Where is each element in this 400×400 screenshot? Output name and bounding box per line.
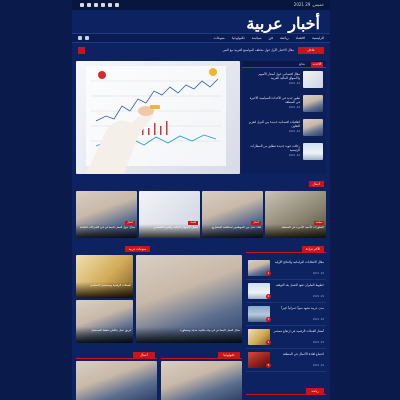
article-card[interactable]: أعمال مقال حول العمل الجماعي في الشركات … — [76, 191, 137, 238]
item-title[interactable]: أسعار العملات الرقمية في ارتفاع مستمر — [272, 329, 324, 333]
section-header-misc: منوعات عربية — [72, 245, 242, 253]
breaking-label: عاجل — [298, 47, 324, 54]
card-caption[interactable]: التطورات الأمنية الأخيرة في المنطقة — [265, 224, 326, 238]
bottom-section-right: تكنولوجيا — [161, 352, 242, 400]
list-item[interactable]: 1 مقال الانتخابات البرلمانية والنتائج ال… — [246, 257, 326, 280]
list-item[interactable]: 5 اجتماع لقادة الأعمال في المنطقة 2021 ,… — [246, 349, 326, 372]
article-card[interactable] — [76, 361, 157, 400]
item-date: 2021 ,29 — [312, 364, 324, 367]
item-date: 2021 ,29 — [288, 154, 300, 157]
list-item[interactable]: اتفاقيات اقتصادية جديدة بين الدول لتعزيز… — [242, 116, 326, 140]
article-card[interactable] — [161, 361, 242, 400]
nav-item-misc[interactable]: منوعات — [214, 36, 225, 40]
article-card[interactable]: أعمال لقاء عمل بين الموظفين لمناقشة المش… — [202, 191, 263, 238]
instagram-icon[interactable] — [101, 3, 105, 7]
card-caption[interactable]: تحليل الأسواق المالية والنمو الاقتصادي — [139, 224, 200, 238]
thumbnail — [303, 143, 323, 160]
featured-article[interactable]: مقال العمل الجماعي في بيئة مكتبية حديثة … — [136, 255, 242, 343]
list-item[interactable]: 3 مدن عربية تشهد نمواً عمرانياً كبيراً 2… — [246, 303, 326, 326]
nav-item-politics[interactable]: سياسة — [252, 36, 262, 40]
site-logo[interactable]: أخبار عربية — [246, 14, 320, 33]
linkedin-icon[interactable] — [108, 3, 112, 7]
item-title[interactable]: اجتماع لقادة الأعمال في المنطقة — [272, 352, 324, 356]
item-date: 2021 ,29 — [288, 106, 300, 109]
nav-item-home[interactable]: الرئيسية — [312, 36, 324, 40]
nav-item-tech[interactable]: تكنولوجيا — [232, 36, 245, 40]
item-title[interactable]: مقال الانتخابات البرلمانية والنتائج الأو… — [272, 260, 324, 264]
rss-icon[interactable] — [115, 3, 119, 7]
article-card[interactable]: اقتصاد تحليل الأسواق المالية والنمو الاق… — [139, 191, 200, 238]
article-card[interactable]: العملات الرقمية ومستقبل الاستثمار — [76, 255, 133, 298]
item-date: 2021 ,29 — [312, 318, 324, 321]
nav-item-economy[interactable]: اقتصاد — [296, 36, 305, 40]
section-label[interactable]: الأكثر قراءة — [302, 246, 324, 252]
most-read-list: 1 مقال الانتخابات البرلمانية والنتائج ال… — [246, 257, 326, 372]
list-item[interactable]: تطور جديد في الأحداث السياسية الأخيرة في… — [242, 92, 326, 116]
thumbnail — [303, 119, 323, 136]
rank-badge: 3 — [266, 317, 271, 322]
section-label[interactable]: تكنولوجيا — [218, 352, 240, 358]
card-caption[interactable]: لقاء عمل بين الموظفين لمناقشة المشاريع — [202, 224, 263, 238]
item-title[interactable]: اتفاقيات اقتصادية جديدة بين الدول لتعزيز… — [248, 120, 300, 128]
ticker-next-button[interactable] — [78, 47, 85, 54]
item-date: 2021 ,29 — [288, 130, 300, 133]
article-card[interactable]: فريق عمل يناقش خطط المستقبل — [76, 300, 133, 343]
youtube-icon[interactable] — [94, 3, 98, 7]
bottom-section-left: أعمال — [76, 352, 157, 400]
chart-photo — [86, 66, 226, 174]
search-icon[interactable] — [78, 36, 82, 40]
thumbnail — [303, 95, 323, 112]
article-card[interactable]: سياسة التطورات الأمنية الأخيرة في المنطق… — [265, 191, 326, 238]
social-links — [80, 3, 119, 7]
breaking-news-ticker: عاجل مقال الاختبار الأول حول مختلف الموا… — [72, 46, 330, 56]
card-caption[interactable]: فريق عمل يناقش خطط المستقبل — [76, 327, 133, 343]
most-read-header: الأكثر قراءة — [246, 246, 326, 253]
section-label[interactable]: منوعات عربية — [124, 246, 150, 252]
rank-badge: 4 — [266, 340, 271, 345]
tab-latest[interactable]: الأحدث — [311, 62, 323, 67]
list-item[interactable]: 4 أسعار العملات الرقمية في ارتفاع مستمر … — [246, 326, 326, 349]
business-cards: أعمال مقال حول العمل الجماعي في الشركات … — [76, 191, 326, 238]
bottom-sections: أعمال تكنولوجيا — [76, 352, 242, 400]
section-label[interactable]: أعمال — [308, 181, 324, 187]
menu-icon[interactable] — [85, 36, 89, 40]
sports-header: رياضة — [246, 388, 326, 395]
item-title[interactable]: مقال اقتصادي حول أسعار الأسهم والأسواق ا… — [248, 72, 300, 80]
item-date: 2021 ,29 — [312, 341, 324, 344]
rank-badge: 1 — [266, 271, 271, 276]
list-item[interactable]: مقال اقتصادي حول أسعار الأسهم والأسواق ا… — [242, 68, 326, 92]
ticker-text[interactable]: مقال الاختبار الأول حول مختلف المواضيع ا… — [223, 48, 294, 52]
list-item[interactable]: 2 خطوط الطيران تعود للعمل بعد التوقف 202… — [246, 280, 326, 303]
twitter-icon[interactable] — [87, 3, 91, 7]
top-bar: خميس, 29 2021 — [72, 0, 330, 10]
item-date: 2021 ,29 — [312, 272, 324, 275]
hero-image[interactable] — [76, 61, 240, 174]
card-caption[interactable]: مقال العمل الجماعي في بيئة مكتبية حديثة … — [136, 327, 242, 343]
nav-item-sports[interactable]: رياضة — [280, 36, 289, 40]
item-date: 2021 ,29 — [288, 82, 300, 85]
section-header-business: أعمال — [72, 180, 330, 188]
misc-grid: مقال العمل الجماعي في بيئة مكتبية حديثة … — [76, 255, 242, 345]
tab-popular[interactable]: شائع — [295, 62, 309, 67]
current-date: خميس, 29 2021 — [293, 2, 324, 7]
rank-badge: 5 — [266, 363, 271, 368]
card-caption[interactable]: العملات الرقمية ومستقبل الاستثمار — [76, 282, 133, 298]
item-title[interactable]: تطور جديد في الأحداث السياسية الأخيرة في… — [248, 96, 300, 104]
nav-item-art[interactable]: فن — [269, 36, 273, 40]
list-item[interactable]: رحلات جوية جديدة تنطلق من المطارات الرئي… — [242, 140, 326, 164]
item-title[interactable]: مدن عربية تشهد نمواً عمرانياً كبيراً — [272, 306, 324, 310]
section-label[interactable]: أعمال — [133, 352, 155, 358]
thumbnail — [303, 71, 323, 88]
item-title[interactable]: رحلات جوية جديدة تنطلق من المطارات الرئي… — [248, 144, 301, 152]
facebook-icon[interactable] — [80, 3, 84, 7]
item-title[interactable]: خطوط الطيران تعود للعمل بعد التوقف — [272, 283, 324, 287]
latest-sidebar: الأحدث شائع مقال اقتصادي حول أسعار الأسه… — [242, 61, 326, 174]
item-date: 2021 ,29 — [312, 295, 324, 298]
card-caption[interactable]: مقال حول العمل الجماعي في الشركات الناشئ… — [76, 224, 137, 238]
rank-badge: 2 — [266, 294, 271, 299]
main-nav: الرئيسية اقتصاد رياضة فن سياسة تكنولوجيا… — [72, 33, 330, 43]
section-label[interactable]: رياضة — [306, 388, 324, 394]
